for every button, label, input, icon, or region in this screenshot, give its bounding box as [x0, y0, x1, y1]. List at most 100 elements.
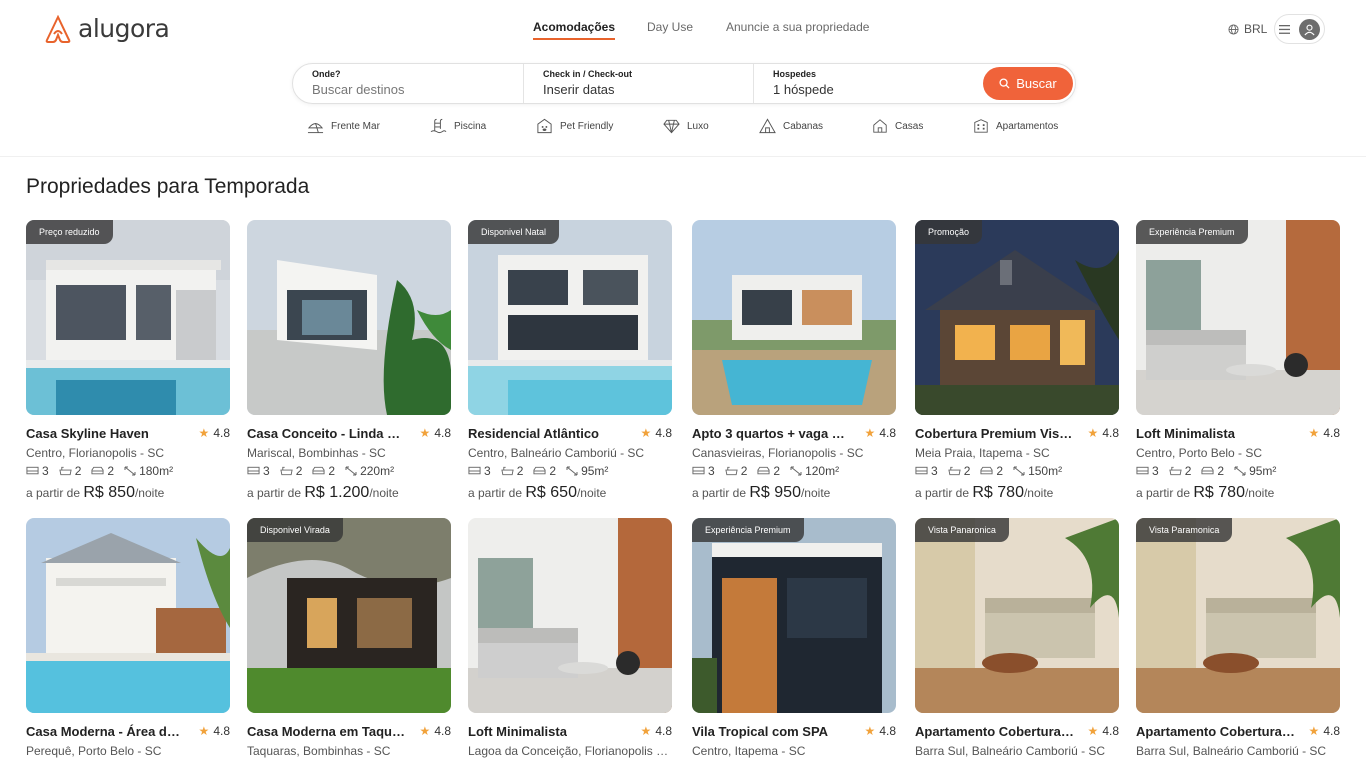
property-photo[interactable]	[26, 518, 230, 713]
rating-value: 4.8	[1102, 426, 1119, 440]
where-input[interactable]: Buscar destinos	[312, 82, 522, 97]
property-photo[interactable]	[468, 518, 672, 713]
star-icon: ★	[640, 426, 652, 440]
guests-input[interactable]: 1 hóspede	[773, 82, 983, 97]
property-price: a partir de R$ 850/noite	[26, 484, 230, 502]
property-photo[interactable]: Disponivel Natal	[468, 220, 672, 415]
property-name: Vila Tropical com SPA	[692, 723, 829, 739]
parking-count: 2	[328, 464, 336, 478]
header-divider	[0, 156, 1366, 157]
property-location: Centro, Florianopolis - SC	[26, 446, 165, 460]
search-bar: Onde? Buscar destinos Check in / Check-o…	[292, 63, 1076, 104]
user-icon	[1304, 24, 1315, 35]
property-card[interactable]: Experiência Premium Loft Minimalista ★ 4.…	[1136, 220, 1340, 502]
diamond-icon	[663, 119, 680, 134]
area-value: 120m²	[805, 464, 840, 478]
property-card[interactable]: Experiência Premium Vila Tropical com SP…	[692, 518, 896, 758]
star-icon: ★	[1308, 724, 1320, 738]
star-icon: ★	[864, 426, 876, 440]
property-badge: Experiência Premium	[1136, 220, 1248, 244]
category-luxo[interactable]: Luxo	[663, 118, 709, 134]
parking-count: 2	[773, 464, 781, 478]
property-card[interactable]: Disponivel Natal Residencial Atlântico ★…	[468, 220, 672, 502]
property-price: a partir de R$ 950/noite	[692, 484, 896, 502]
property-photo[interactable]: Preço reduzido	[26, 220, 230, 415]
bedrooms-count: 3	[484, 464, 491, 478]
dates-input[interactable]: Inserir datas	[543, 82, 753, 97]
price-prefix: a partir de	[1136, 486, 1191, 500]
dates-label: Check in / Check-out	[543, 69, 633, 79]
property-photo[interactable]	[692, 220, 896, 415]
property-photo[interactable]: Vista Panaronica	[915, 518, 1119, 713]
property-badge: Vista Panaronica	[915, 518, 1009, 542]
property-amenities: 3 2 2 180m²	[26, 464, 230, 478]
property-price: a partir de R$ 650/noite	[468, 484, 672, 502]
search-button-label: Buscar	[1016, 76, 1057, 91]
category-apartamentos[interactable]: Apartamentos	[973, 118, 1058, 134]
nav-anuncie[interactable]: Anuncie a sua propriedade	[726, 20, 869, 38]
category-casas[interactable]: Casas	[872, 118, 923, 134]
property-badge: Promoção	[915, 220, 983, 244]
property-card[interactable]: Casa Conceito - Linda Casa ★ 4.8 Mariscal…	[247, 220, 451, 502]
star-icon: ★	[419, 426, 431, 440]
guests-label: Hospedes	[773, 69, 817, 79]
nav-acomodacoes[interactable]: Acomodações	[533, 20, 616, 40]
property-photo[interactable]: Disponivel Virada	[247, 518, 451, 713]
property-photo[interactable]	[247, 220, 451, 415]
category-cabanas[interactable]: Cabanas	[759, 118, 823, 134]
price-prefix: a partir de	[468, 486, 523, 500]
property-badge: Vista Paramonica	[1136, 518, 1233, 542]
price-prefix: a partir de	[26, 486, 81, 500]
price-amount: R$ 850	[83, 484, 135, 501]
property-photo[interactable]: Experiência Premium	[692, 518, 896, 713]
area-icon	[1013, 466, 1025, 476]
area-value: 220m²	[360, 464, 395, 478]
bathrooms-count: 2	[1184, 464, 1192, 478]
nav-day-use[interactable]: Day Use	[647, 20, 693, 38]
property-rating: ★ 4.8	[641, 724, 672, 738]
search-where[interactable]: Onde? Buscar destinos	[312, 64, 522, 103]
search-guests[interactable]: Hospedes 1 hóspede	[753, 64, 983, 103]
property-rating: ★ 4.8	[199, 426, 230, 440]
bedrooms-count: 3	[263, 464, 270, 478]
bath-icon	[1169, 466, 1182, 476]
property-name: Loft Minimalista	[468, 723, 567, 739]
property-photo[interactable]: Experiência Premium	[1136, 220, 1340, 415]
bed-icon	[26, 466, 39, 475]
bedrooms-count: 3	[42, 464, 49, 478]
star-icon: ★	[419, 724, 431, 738]
star-icon: ★	[1087, 426, 1099, 440]
star-icon: ★	[198, 426, 210, 440]
category-piscina[interactable]: Piscina	[430, 118, 486, 134]
property-card[interactable]: Apto 3 quartos + vaga de garagem ★4.8 Ca…	[692, 220, 896, 502]
cabin-icon	[759, 118, 776, 134]
property-card[interactable]: Vista Panaronica Apartamento Cobertura D…	[915, 518, 1119, 758]
category-label: Frente Mar	[331, 120, 380, 132]
currency-selector[interactable]: BRL	[1228, 22, 1267, 36]
property-name: Residencial Atlântico	[468, 425, 599, 441]
property-card[interactable]: Promoção Cobertura Premium Vista Mar ★4.…	[915, 220, 1119, 502]
property-photo[interactable]: Promoção	[915, 220, 1119, 415]
property-card[interactable]: Disponivel Virada Casa Moderna em Taquar…	[247, 518, 451, 758]
star-icon: ★	[1308, 426, 1320, 440]
car-icon	[533, 466, 546, 475]
user-menu-button[interactable]	[1274, 14, 1325, 44]
bathrooms-count: 2	[295, 464, 303, 478]
rating-value: 4.8	[1323, 724, 1340, 738]
category-pet-friendly[interactable]: Pet Friendly	[536, 118, 613, 134]
property-card[interactable]: Preço reduzido Casa Skyline Haven ★ 4.8 C…	[26, 220, 230, 502]
bathrooms-count: 2	[740, 464, 748, 478]
search-dates[interactable]: Check in / Check-out Inserir datas	[523, 64, 753, 103]
property-location: Centro, Balneário Camboriú - SC	[468, 446, 645, 460]
car-icon	[1201, 466, 1214, 475]
property-card[interactable]: Vista Paramonica Apartamento Cobertura D…	[1136, 518, 1340, 758]
category-frente-mar[interactable]: Frente Mar	[307, 118, 380, 134]
price-suffix: /noite	[800, 486, 831, 500]
property-card[interactable]: Loft Minimalista ★ 4.8 Lagoa da Conceição…	[468, 518, 672, 758]
property-photo[interactable]: Vista Paramonica	[1136, 518, 1340, 713]
price-amount: R$ 780	[972, 484, 1024, 501]
car-icon	[980, 466, 993, 475]
apartment-icon	[974, 119, 988, 133]
property-card[interactable]: Casa Moderna - Área de Lazer ★4.8 Perequ…	[26, 518, 230, 758]
search-button[interactable]: Buscar	[983, 67, 1073, 100]
